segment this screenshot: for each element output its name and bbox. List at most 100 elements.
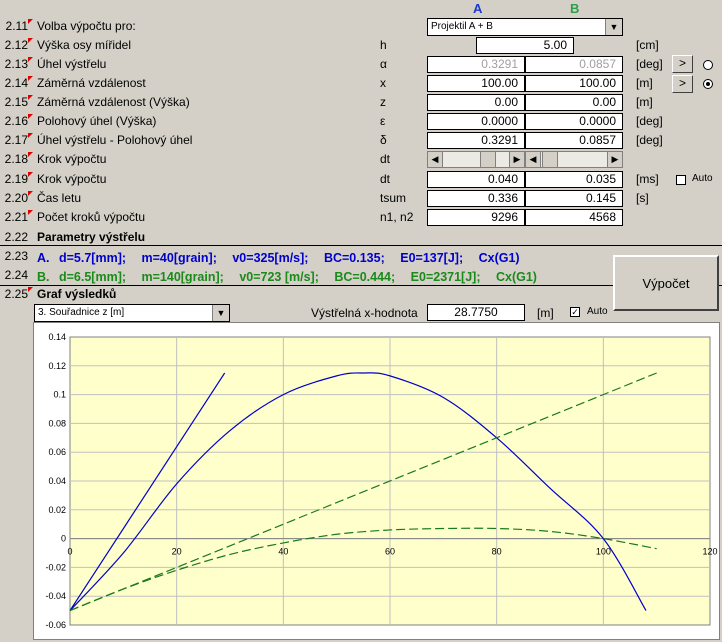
- row-unit: [ms]: [636, 172, 659, 186]
- n-b-value: 4568: [525, 209, 623, 226]
- row-label: Graf výsledků: [37, 287, 117, 301]
- comment-marker: [28, 38, 33, 43]
- graph-select-value: 3. Souřadnice z [m]: [38, 307, 125, 318]
- row-label: Počet kroků výpočtu: [37, 210, 146, 224]
- z-b-value[interactable]: 0.00: [525, 94, 623, 111]
- scroll-left-icon[interactable]: ◀: [526, 152, 541, 167]
- param-a-d: d=5.7[mm];: [58, 251, 127, 265]
- x-b-value[interactable]: 100.00: [525, 75, 623, 92]
- row-number: 2.20: [4, 191, 28, 205]
- y-tick-label: 0: [61, 534, 66, 544]
- y-tick-label: -0.02: [45, 562, 66, 572]
- row-number: 2.18: [4, 152, 28, 166]
- x-tick-label: 60: [385, 547, 395, 557]
- scroll-thumb[interactable]: [480, 152, 496, 167]
- row-unit: [deg]: [636, 57, 663, 71]
- row-number: 2.14: [4, 76, 28, 90]
- row-symbol: tsum: [380, 191, 407, 205]
- param-a-label: A.: [37, 251, 50, 265]
- y-tick-label: 0.02: [48, 505, 66, 515]
- tsum-a-value: 0.336: [427, 190, 525, 207]
- h-value[interactable]: 5.00: [476, 37, 574, 54]
- y-tick-label: 0.12: [48, 361, 66, 371]
- comment-marker: [28, 133, 33, 138]
- y-tick-label: 0.04: [48, 476, 66, 486]
- eps-b-value[interactable]: 0.0000: [525, 113, 623, 130]
- alpha-b-value: 0.0857: [525, 56, 623, 73]
- y-tick-label: 0.08: [48, 418, 66, 428]
- param-a-m: m=40[grain];: [141, 251, 217, 265]
- row-symbol: z: [380, 95, 386, 109]
- row-label: Záměrná vzdálenost: [37, 76, 146, 90]
- row-label: Polohový úhel (Výška): [37, 114, 157, 128]
- row-number: 2.24: [4, 268, 28, 282]
- x-tick-label: 100: [596, 547, 611, 557]
- graph-select[interactable]: 3. Souřadnice z [m] ▼: [34, 304, 230, 322]
- row-number: 2.15: [4, 95, 28, 109]
- z-a-value[interactable]: 0.00: [427, 94, 525, 111]
- row-symbol: α: [380, 57, 387, 71]
- comment-marker: [28, 76, 33, 81]
- param-b-v0: v0=723 [m/s];: [239, 270, 319, 284]
- x-radio[interactable]: [703, 79, 713, 89]
- row-number: 2.25: [4, 287, 28, 301]
- scroll-right-icon[interactable]: ▶: [509, 152, 524, 167]
- calculate-button[interactable]: Výpočet: [613, 255, 719, 311]
- param-b-label: B.: [37, 270, 50, 284]
- x-value-unit: [m]: [537, 306, 554, 320]
- y-tick-label: -0.04: [45, 591, 66, 601]
- row-unit: [m]: [636, 76, 653, 90]
- alpha-a-value: 0.3291: [427, 56, 525, 73]
- row-label: Krok výpočtu: [37, 152, 107, 166]
- row-unit: [cm]: [636, 38, 659, 52]
- x-tick-label: 20: [172, 547, 182, 557]
- param-b-m: m=140[grain];: [141, 270, 224, 284]
- graph-auto-checkbox[interactable]: ✓: [570, 307, 580, 317]
- tsum-b-value: 0.145: [525, 190, 623, 207]
- row-number: 2.13: [4, 57, 28, 71]
- alpha-arrow-button[interactable]: >: [672, 55, 693, 73]
- row-label: Úhel výstřelu - Polohový úhel: [37, 133, 193, 147]
- dt-auto-checkbox[interactable]: [676, 175, 686, 185]
- scroll-left-icon[interactable]: ◀: [428, 152, 443, 167]
- row-number: 2.22: [4, 230, 28, 244]
- x-tick-label: 80: [492, 547, 502, 557]
- row-number: 2.12: [4, 38, 28, 52]
- x-arrow-button[interactable]: >: [672, 75, 693, 93]
- x-a-value[interactable]: 100.00: [427, 75, 525, 92]
- comment-marker: [28, 152, 33, 157]
- comment-marker: [28, 210, 33, 215]
- column-a-header: A: [473, 1, 483, 16]
- calc-mode-select[interactable]: Projektil A + B ▼: [427, 18, 623, 36]
- chevron-down-icon[interactable]: ▼: [212, 305, 229, 321]
- separator: [0, 245, 722, 246]
- row-unit: [deg]: [636, 114, 663, 128]
- x-tick-label: 40: [278, 547, 288, 557]
- n-a-value: 9296: [427, 209, 525, 226]
- step-b-scrollbar[interactable]: ◀ ▶: [525, 151, 623, 168]
- eps-a-value[interactable]: 0.0000: [427, 113, 525, 130]
- comment-marker: [28, 172, 33, 177]
- comment-marker: [28, 19, 33, 24]
- delta-b-value: 0.0857: [525, 132, 623, 149]
- comment-marker: [28, 95, 33, 100]
- graph-auto-label: Auto: [587, 306, 608, 317]
- step-a-scrollbar[interactable]: ◀ ▶: [427, 151, 525, 168]
- row-label: Volba výpočtu pro:: [37, 19, 136, 33]
- param-a-bc: BC=0.135;: [323, 251, 385, 265]
- dt-b-value: 0.035: [525, 171, 623, 188]
- chevron-down-icon[interactable]: ▼: [605, 19, 622, 35]
- scroll-right-icon[interactable]: ▶: [607, 152, 622, 167]
- scroll-thumb[interactable]: [542, 152, 558, 167]
- chart-frame: 0.14 0.12 0.1 0.08 0.06 0.04 0.02 0 -0.02 -0.04 -0…: [33, 322, 720, 640]
- alpha-radio[interactable]: [703, 60, 713, 70]
- param-b-row: B. d=6.5[mm]; m=140[grain]; v0=723 [m/s]…: [37, 270, 537, 284]
- row-unit: [m]: [636, 95, 653, 109]
- dt-auto-label: Auto: [692, 173, 713, 184]
- row-number: 2.23: [4, 249, 28, 263]
- row-unit: [deg]: [636, 133, 663, 147]
- column-b-header: B: [570, 1, 580, 16]
- delta-a-value: 0.3291: [427, 132, 525, 149]
- y-tick-label: -0.06: [45, 620, 66, 630]
- row-label: Krok výpočtu: [37, 172, 107, 186]
